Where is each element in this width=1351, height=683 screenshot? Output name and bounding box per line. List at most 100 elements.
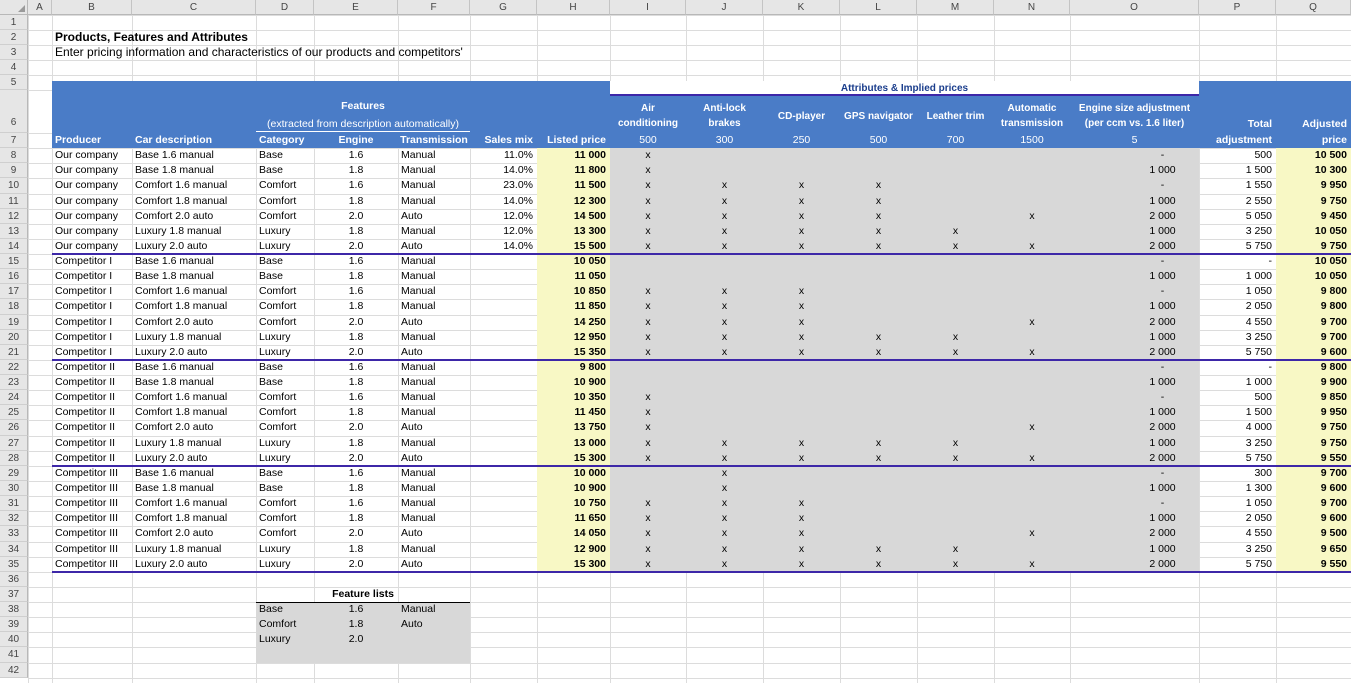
cell-e18[interactable]: 1.8 (314, 299, 398, 314)
cell-c32[interactable]: Comfort 1.8 manual (132, 511, 256, 526)
row-header-27[interactable]: 27 (0, 435, 28, 451)
cell-b34[interactable]: Competitor III (52, 542, 132, 557)
cell-g11[interactable]: 14.0% (470, 194, 537, 209)
cell-c16[interactable]: Base 1.8 manual (132, 269, 256, 284)
cell-o32[interactable]: 1 000 (1070, 511, 1199, 526)
row-header-42[interactable]: 42 (0, 662, 28, 678)
cell-i12[interactable]: x (610, 209, 686, 224)
cell-c24[interactable]: Comfort 1.6 manual (132, 390, 256, 405)
cell-f12[interactable]: Auto (398, 209, 470, 224)
cell-j30[interactable]: x (686, 481, 763, 496)
cell-i27[interactable]: x (610, 436, 686, 451)
row-header-31[interactable]: 31 (0, 496, 28, 512)
row-header-21[interactable]: 21 (0, 344, 28, 360)
cell-q23[interactable]: 9 900 (1276, 375, 1351, 390)
cell-f15[interactable]: Manual (398, 254, 470, 269)
cell-o33[interactable]: 2 000 (1070, 526, 1199, 541)
cell-p28[interactable]: 5 750 (1199, 451, 1276, 466)
cell-b8[interactable]: Our company (52, 148, 132, 163)
cell-i31[interactable]: x (610, 496, 686, 511)
column-header-j[interactable]: J (686, 0, 763, 15)
cell-j27[interactable]: x (686, 436, 763, 451)
cell-b30[interactable]: Competitor III (52, 481, 132, 496)
cell-q25[interactable]: 9 950 (1276, 405, 1351, 420)
cell-f34[interactable]: Manual (398, 542, 470, 557)
row-header-15[interactable]: 15 (0, 254, 28, 270)
row-header-6[interactable]: 6 (0, 90, 28, 133)
cell-o12[interactable]: 2 000 (1070, 209, 1199, 224)
row-header-12[interactable]: 12 (0, 208, 28, 224)
cell-c20[interactable]: Luxury 1.8 manual (132, 330, 256, 345)
cell-c28[interactable]: Luxury 2.0 auto (132, 451, 256, 466)
cell-b12[interactable]: Our company (52, 209, 132, 224)
cell-p31[interactable]: 1 050 (1199, 496, 1276, 511)
row-header-24[interactable]: 24 (0, 390, 28, 406)
cell-o22[interactable]: - (1070, 360, 1199, 375)
cell-o19[interactable]: 2 000 (1070, 315, 1199, 330)
row-header-38[interactable]: 38 (0, 602, 28, 618)
cell-p25[interactable]: 1 500 (1199, 405, 1276, 420)
cell-k20[interactable]: x (763, 330, 840, 345)
cell-i32[interactable]: x (610, 511, 686, 526)
cell-k11[interactable]: x (763, 194, 840, 209)
cell-g14[interactable]: 14.0% (470, 239, 537, 254)
cell-n33[interactable]: x (994, 526, 1070, 541)
cell-e33[interactable]: 2.0 (314, 526, 398, 541)
cell-f16[interactable]: Manual (398, 269, 470, 284)
cell-j34[interactable]: x (686, 542, 763, 557)
row-header-41[interactable]: 41 (0, 647, 28, 663)
cell-q27[interactable]: 9 750 (1276, 436, 1351, 451)
row-header-13[interactable]: 13 (0, 223, 28, 239)
cell-c35[interactable]: Luxury 2.0 auto (132, 557, 256, 572)
cell-h15[interactable]: 10 050 (537, 254, 610, 269)
cell-b32[interactable]: Competitor III (52, 511, 132, 526)
cell-n19[interactable]: x (994, 315, 1070, 330)
cell-e10[interactable]: 1.6 (314, 178, 398, 193)
cell-b16[interactable]: Competitor I (52, 269, 132, 284)
feature-list-cell[interactable]: 2.0 (314, 632, 398, 647)
cell-i34[interactable]: x (610, 542, 686, 557)
cell-q14[interactable]: 9 750 (1276, 239, 1351, 254)
cell-f30[interactable]: Manual (398, 481, 470, 496)
cell-h14[interactable]: 15 500 (537, 239, 610, 254)
cell-d15[interactable]: Base (256, 254, 314, 269)
cell-q20[interactable]: 9 700 (1276, 330, 1351, 345)
column-header-d[interactable]: D (256, 0, 314, 15)
cell-d14[interactable]: Luxury (256, 239, 314, 254)
cell-q9[interactable]: 10 300 (1276, 163, 1351, 178)
cell-l21[interactable]: x (840, 345, 917, 360)
cell-h19[interactable]: 14 250 (537, 315, 610, 330)
cell-i10[interactable]: x (610, 178, 686, 193)
cell-f13[interactable]: Manual (398, 224, 470, 239)
cell-e8[interactable]: 1.6 (314, 148, 398, 163)
cell-d32[interactable]: Comfort (256, 511, 314, 526)
cell-f21[interactable]: Auto (398, 345, 470, 360)
cell-b15[interactable]: Competitor I (52, 254, 132, 269)
row-header-20[interactable]: 20 (0, 329, 28, 345)
cell-p21[interactable]: 5 750 (1199, 345, 1276, 360)
cell-k33[interactable]: x (763, 526, 840, 541)
cell-p11[interactable]: 2 550 (1199, 194, 1276, 209)
cell-i14[interactable]: x (610, 239, 686, 254)
row-header-2[interactable]: 2 (0, 30, 28, 45)
cell-p23[interactable]: 1 000 (1199, 375, 1276, 390)
cell-i11[interactable]: x (610, 194, 686, 209)
cell-c23[interactable]: Base 1.8 manual (132, 375, 256, 390)
cell-b13[interactable]: Our company (52, 224, 132, 239)
cell-j29[interactable]: x (686, 466, 763, 481)
cell-p22[interactable]: - (1199, 360, 1276, 375)
cell-c27[interactable]: Luxury 1.8 manual (132, 436, 256, 451)
cell-p33[interactable]: 4 550 (1199, 526, 1276, 541)
cell-c29[interactable]: Base 1.6 manual (132, 466, 256, 481)
cell-p15[interactable]: - (1199, 254, 1276, 269)
cell-m21[interactable]: x (917, 345, 994, 360)
cell-c8[interactable]: Base 1.6 manual (132, 148, 256, 163)
cell-k34[interactable]: x (763, 542, 840, 557)
cell-o18[interactable]: 1 000 (1070, 299, 1199, 314)
cell-g10[interactable]: 23.0% (470, 178, 537, 193)
cell-b20[interactable]: Competitor I (52, 330, 132, 345)
cell-q28[interactable]: 9 550 (1276, 451, 1351, 466)
cell-q21[interactable]: 9 600 (1276, 345, 1351, 360)
cell-o9[interactable]: 1 000 (1070, 163, 1199, 178)
cell-c31[interactable]: Comfort 1.6 manual (132, 496, 256, 511)
